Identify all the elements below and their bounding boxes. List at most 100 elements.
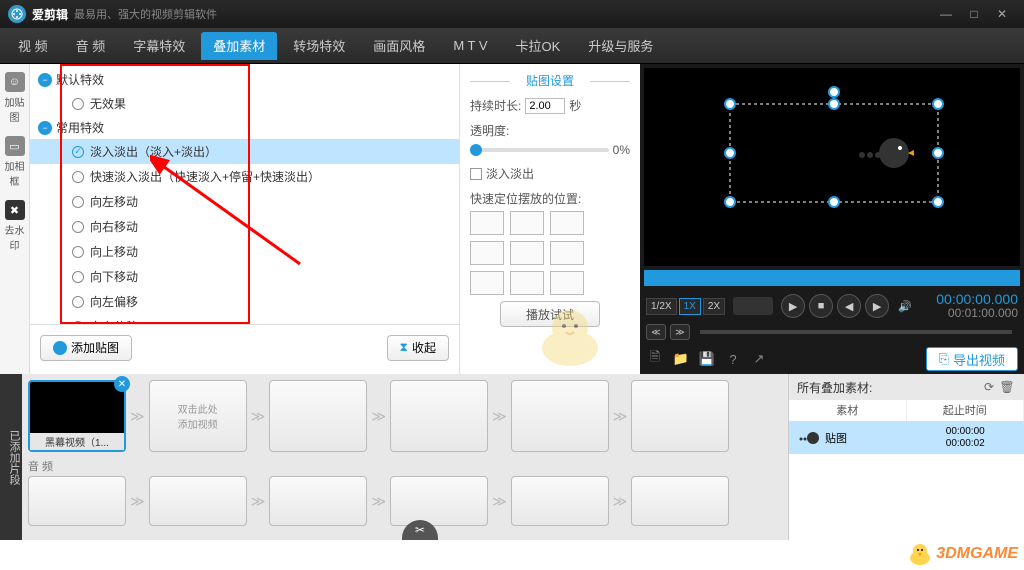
transition-icon[interactable]: ≫ bbox=[613, 408, 628, 425]
overlay-panel-title: 所有叠加素材: bbox=[797, 379, 872, 396]
speed-1/2X[interactable]: 1/2X bbox=[646, 298, 677, 315]
tool-remove-watermark[interactable]: ✖ 去水印 bbox=[3, 200, 27, 252]
effect-item[interactable]: 无效果 bbox=[30, 91, 459, 116]
audio-clip-empty[interactable] bbox=[631, 476, 729, 526]
bird-sticker-icon[interactable] bbox=[854, 133, 914, 173]
step-fwd-button[interactable]: ≫ bbox=[670, 324, 690, 340]
speed-2X[interactable]: 2X bbox=[703, 298, 725, 315]
handle-ml[interactable] bbox=[724, 147, 736, 159]
volume-button[interactable]: 🔊 bbox=[893, 294, 917, 318]
export-icon: ⎘ bbox=[939, 351, 949, 367]
pos-ml[interactable] bbox=[470, 241, 504, 265]
overlay-delete-icon[interactable]: 🗑 bbox=[998, 380, 1016, 394]
audio-track-label: 音 频 bbox=[28, 458, 782, 474]
open-icon[interactable]: 📁 bbox=[672, 350, 690, 368]
tab-0[interactable]: 视 频 bbox=[6, 32, 60, 60]
clip-placeholder[interactable]: 双击此处 添加视频 bbox=[149, 380, 247, 452]
handle-rotate[interactable] bbox=[828, 86, 840, 98]
speed-1X[interactable]: 1X bbox=[679, 298, 701, 315]
effect-item[interactable]: 快速淡入淡出（快速淡入+停留+快速淡出） bbox=[30, 164, 459, 189]
close-button[interactable]: ✕ bbox=[988, 4, 1016, 24]
timeline-area: 已添加片段 ✕ 黑幕视频（1... ≫ 双击此处 添加视频 ≫ ≫ ≫ ≫ 音 … bbox=[0, 374, 1024, 540]
handle-tr[interactable] bbox=[932, 98, 944, 110]
add-sticker-button[interactable]: 添加贴图 bbox=[40, 335, 132, 361]
clip-empty[interactable] bbox=[390, 380, 488, 452]
volume-slider[interactable] bbox=[700, 330, 1012, 334]
settings-title: 贴图设置 bbox=[470, 72, 630, 89]
share-icon[interactable]: ↗ bbox=[750, 350, 768, 368]
tab-7[interactable]: 卡拉OK bbox=[504, 32, 573, 60]
pos-bl[interactable] bbox=[470, 271, 504, 295]
effect-item[interactable]: 淡入淡出（淡入+淡出） bbox=[30, 139, 459, 164]
clip-empty[interactable] bbox=[269, 380, 367, 452]
duration-input[interactable] bbox=[525, 98, 565, 114]
tab-8[interactable]: 升级与服务 bbox=[576, 32, 665, 60]
effect-group[interactable]: −常用特效 bbox=[30, 116, 459, 139]
audio-clip-empty[interactable] bbox=[28, 476, 126, 526]
handle-bl[interactable] bbox=[724, 196, 736, 208]
audio-clip-empty[interactable] bbox=[511, 476, 609, 526]
transition-icon[interactable]: ≫ bbox=[251, 408, 266, 425]
audio-clip-empty[interactable] bbox=[269, 476, 367, 526]
help-icon[interactable]: ? bbox=[724, 350, 742, 368]
handle-br[interactable] bbox=[932, 196, 944, 208]
tab-4[interactable]: 转场特效 bbox=[281, 32, 357, 60]
clip-empty[interactable] bbox=[631, 380, 729, 452]
playback-progress[interactable] bbox=[644, 270, 1020, 286]
effect-item[interactable]: 向下移动 bbox=[30, 264, 459, 289]
save-icon[interactable]: 💾 bbox=[698, 350, 716, 368]
selection-box[interactable] bbox=[724, 98, 944, 208]
clip-empty[interactable] bbox=[511, 380, 609, 452]
stop-button[interactable]: ■ bbox=[809, 294, 833, 318]
tab-1[interactable]: 音 频 bbox=[64, 32, 118, 60]
pos-tr[interactable] bbox=[550, 211, 584, 235]
new-icon[interactable]: 🗎 bbox=[646, 350, 664, 368]
audio-clip-empty[interactable] bbox=[390, 476, 488, 526]
play-button[interactable]: ▶ bbox=[781, 294, 805, 318]
tab-6[interactable]: M T V bbox=[441, 32, 499, 60]
minimize-button[interactable]: — bbox=[932, 4, 960, 24]
pos-tc[interactable] bbox=[510, 211, 544, 235]
prev-frame-button[interactable]: ◀ bbox=[837, 294, 861, 318]
effect-item[interactable]: 向上移动 bbox=[30, 239, 459, 264]
pos-mc[interactable] bbox=[510, 241, 544, 265]
effects-list[interactable]: −默认特效无效果−常用特效淡入淡出（淡入+淡出）快速淡入淡出（快速淡入+停留+快… bbox=[30, 64, 459, 324]
pos-bc[interactable] bbox=[510, 271, 544, 295]
next-frame-button[interactable]: ▶ bbox=[865, 294, 889, 318]
left-tool-strip: ☺ 加贴图 ▭ 加相框 ✖ 去水印 bbox=[0, 64, 30, 374]
effect-item[interactable]: 向右移动 bbox=[30, 214, 459, 239]
effect-item[interactable]: 向左移动 bbox=[30, 189, 459, 214]
fade-checkbox[interactable] bbox=[470, 168, 482, 180]
transition-icon[interactable]: ≫ bbox=[130, 408, 145, 425]
handle-bc[interactable] bbox=[828, 196, 840, 208]
collapse-button[interactable]: ⧗ 收起 bbox=[387, 335, 449, 361]
plus-icon bbox=[53, 341, 67, 355]
tab-5[interactable]: 画面风格 bbox=[361, 32, 437, 60]
maximize-button[interactable]: □ bbox=[960, 4, 988, 24]
effect-item[interactable]: 向右偏移 bbox=[30, 314, 459, 324]
tab-2[interactable]: 字幕特效 bbox=[121, 32, 197, 60]
tool-add-sticker[interactable]: ☺ 加贴图 bbox=[3, 72, 27, 124]
tool-add-frame[interactable]: ▭ 加相框 bbox=[3, 136, 27, 188]
step-back-button[interactable]: ≪ bbox=[646, 324, 666, 340]
opacity-slider[interactable] bbox=[470, 148, 609, 152]
effect-item[interactable]: 向左偏移 bbox=[30, 289, 459, 314]
clip-remove-icon[interactable]: ✕ bbox=[114, 376, 130, 392]
clip-1[interactable]: ✕ 黑幕视频（1... bbox=[28, 380, 126, 452]
audio-clip-empty[interactable] bbox=[149, 476, 247, 526]
pos-br[interactable] bbox=[550, 271, 584, 295]
effect-group[interactable]: −默认特效 bbox=[30, 68, 459, 91]
pos-mr[interactable] bbox=[550, 241, 584, 265]
overlay-item[interactable]: 贴图 00:00:00 00:00:02 bbox=[789, 422, 1024, 454]
transition-icon[interactable]: ≫ bbox=[371, 408, 386, 425]
handle-tc[interactable] bbox=[828, 98, 840, 110]
handle-mr[interactable] bbox=[932, 147, 944, 159]
overlay-refresh-icon[interactable]: ⟳ bbox=[980, 380, 998, 394]
handle-tl[interactable] bbox=[724, 98, 736, 110]
tab-3[interactable]: 叠加素材 bbox=[201, 32, 277, 60]
preview-video[interactable] bbox=[644, 68, 1020, 266]
transition-icon[interactable]: ≫ bbox=[492, 408, 507, 425]
jog-wheel[interactable] bbox=[733, 297, 773, 315]
pos-tl[interactable] bbox=[470, 211, 504, 235]
export-video-button[interactable]: ⎘ 导出视频 bbox=[926, 347, 1018, 371]
